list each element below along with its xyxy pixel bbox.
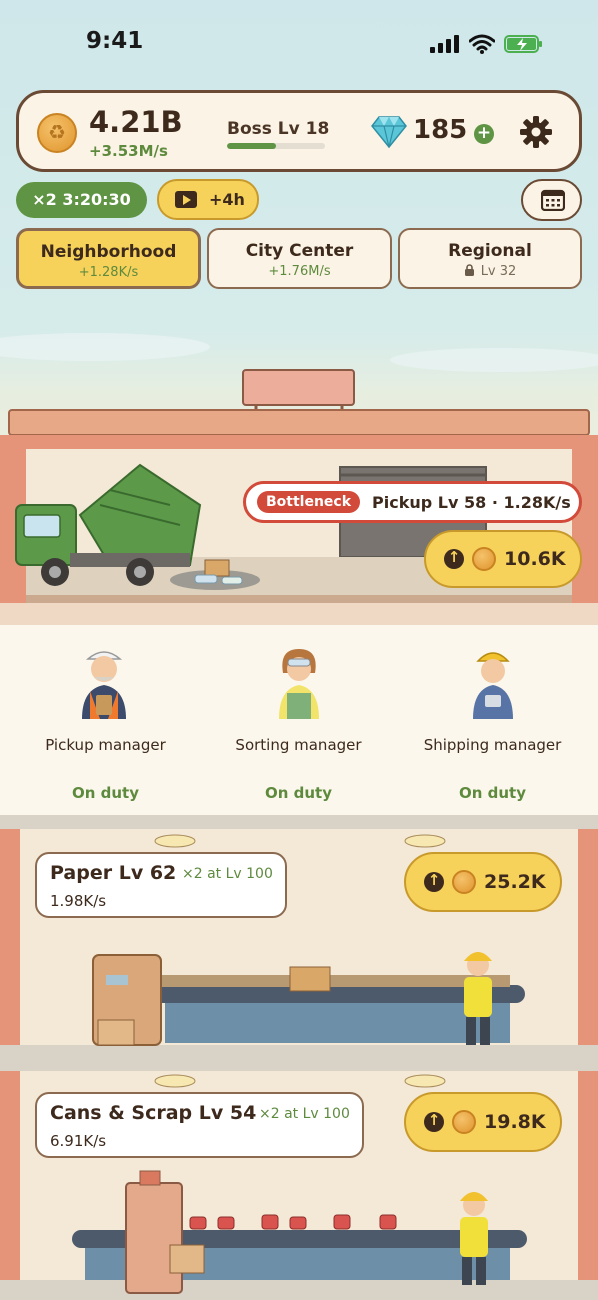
calendar-icon [541,189,565,211]
floor-bonus: ×2 at Lv 100 [182,866,273,882]
manager-status: On duty [458,784,527,802]
floor-title: Paper Lv 62 [50,862,177,884]
video-icon [175,191,197,208]
boss-progress-bar [227,143,325,149]
pickup-level-rate: Pickup Lv 58 · 1.28K/s [372,492,571,512]
boss-progress-fill [227,143,276,149]
coin-icon [452,870,476,894]
tab-city-center[interactable]: City Center +1.76M/s [207,228,392,289]
manager-name: Sorting manager [235,736,362,754]
battery-charging-icon [504,35,542,53]
pickup-upgrade-button[interactable]: 10.6K [424,530,582,588]
tab-neighborhood[interactable]: Neighborhood +1.28K/s [16,228,201,289]
upgrade-cost: 19.8K [484,1111,546,1133]
coin-icon [472,547,496,571]
manager-name: Pickup manager [45,736,166,754]
status-time: 9:41 [86,28,144,54]
coin-icon [452,1110,476,1134]
money-amount: 4.21B [89,105,183,139]
cans-upgrade-button[interactable]: 19.8K [404,1092,562,1152]
cans-floor-label[interactable]: Cans & Scrap Lv 54 ×2 at Lv 100 6.91K/s [35,1092,364,1158]
tab-label: Regional [448,241,532,261]
tab-lock-level-text: Lv 32 [480,264,517,279]
upgrade-cost: 10.6K [504,548,566,570]
tab-label: Neighborhood [40,242,177,262]
tab-rate: +1.28K/s [78,265,139,280]
floor-rate: 6.91K/s [50,1132,107,1150]
watch-ad-button[interactable]: +4h [157,179,259,220]
status-icons [430,33,544,55]
resource-panel: 4.21B +3.53M/s Boss Lv 18 185 + [16,90,582,172]
tab-regional[interactable]: Regional Lv 32 [398,228,582,289]
add-gems-button[interactable]: + [474,124,494,144]
tab-lock-level: Lv 32 [400,264,580,279]
managers-panel: Pickup manager On duty Sorting manager O… [0,625,598,815]
signal-icon [430,35,459,53]
coin-icon [37,113,77,153]
gem-icon [371,116,407,149]
gear-icon[interactable] [519,115,553,149]
multiplier-timer[interactable]: ×2 3:20:30 [16,182,147,218]
tab-label: City Center [245,241,354,261]
wifi-icon [469,34,495,54]
manager-status: On duty [71,784,140,802]
lock-icon [464,264,474,276]
sorting-manager-avatar [279,649,319,719]
upgrade-arrow-icon [444,548,464,569]
floor-title: Cans & Scrap Lv 54 [50,1102,257,1124]
gem-count: 185 [413,115,468,145]
floor-rate: 1.98K/s [50,892,107,910]
pickup-manager-avatar [82,651,126,719]
floor-bonus: ×2 at Lv 100 [259,1106,350,1122]
bottleneck-tag: Bottleneck [257,491,361,513]
manager-status: On duty [264,784,333,802]
money-rate: +3.53M/s [89,142,168,160]
boss-level[interactable]: Boss Lv 18 [227,119,329,139]
upgrade-cost: 25.2K [484,871,546,893]
upgrade-arrow-icon [424,1111,444,1132]
calendar-button[interactable] [521,179,582,221]
tab-rate: +1.76M/s [268,264,331,279]
bottleneck-banner[interactable]: Bottleneck Pickup Lv 58 · 1.28K/s [243,481,582,523]
paper-floor-label[interactable]: Paper Lv 62 ×2 at Lv 100 1.98K/s [35,852,287,918]
upgrade-arrow-icon [424,871,444,892]
manager-name: Shipping manager [423,736,562,754]
shipping-manager-avatar [473,652,513,719]
paper-upgrade-button[interactable]: 25.2K [404,852,562,912]
video-reward-label: +4h [209,190,245,209]
